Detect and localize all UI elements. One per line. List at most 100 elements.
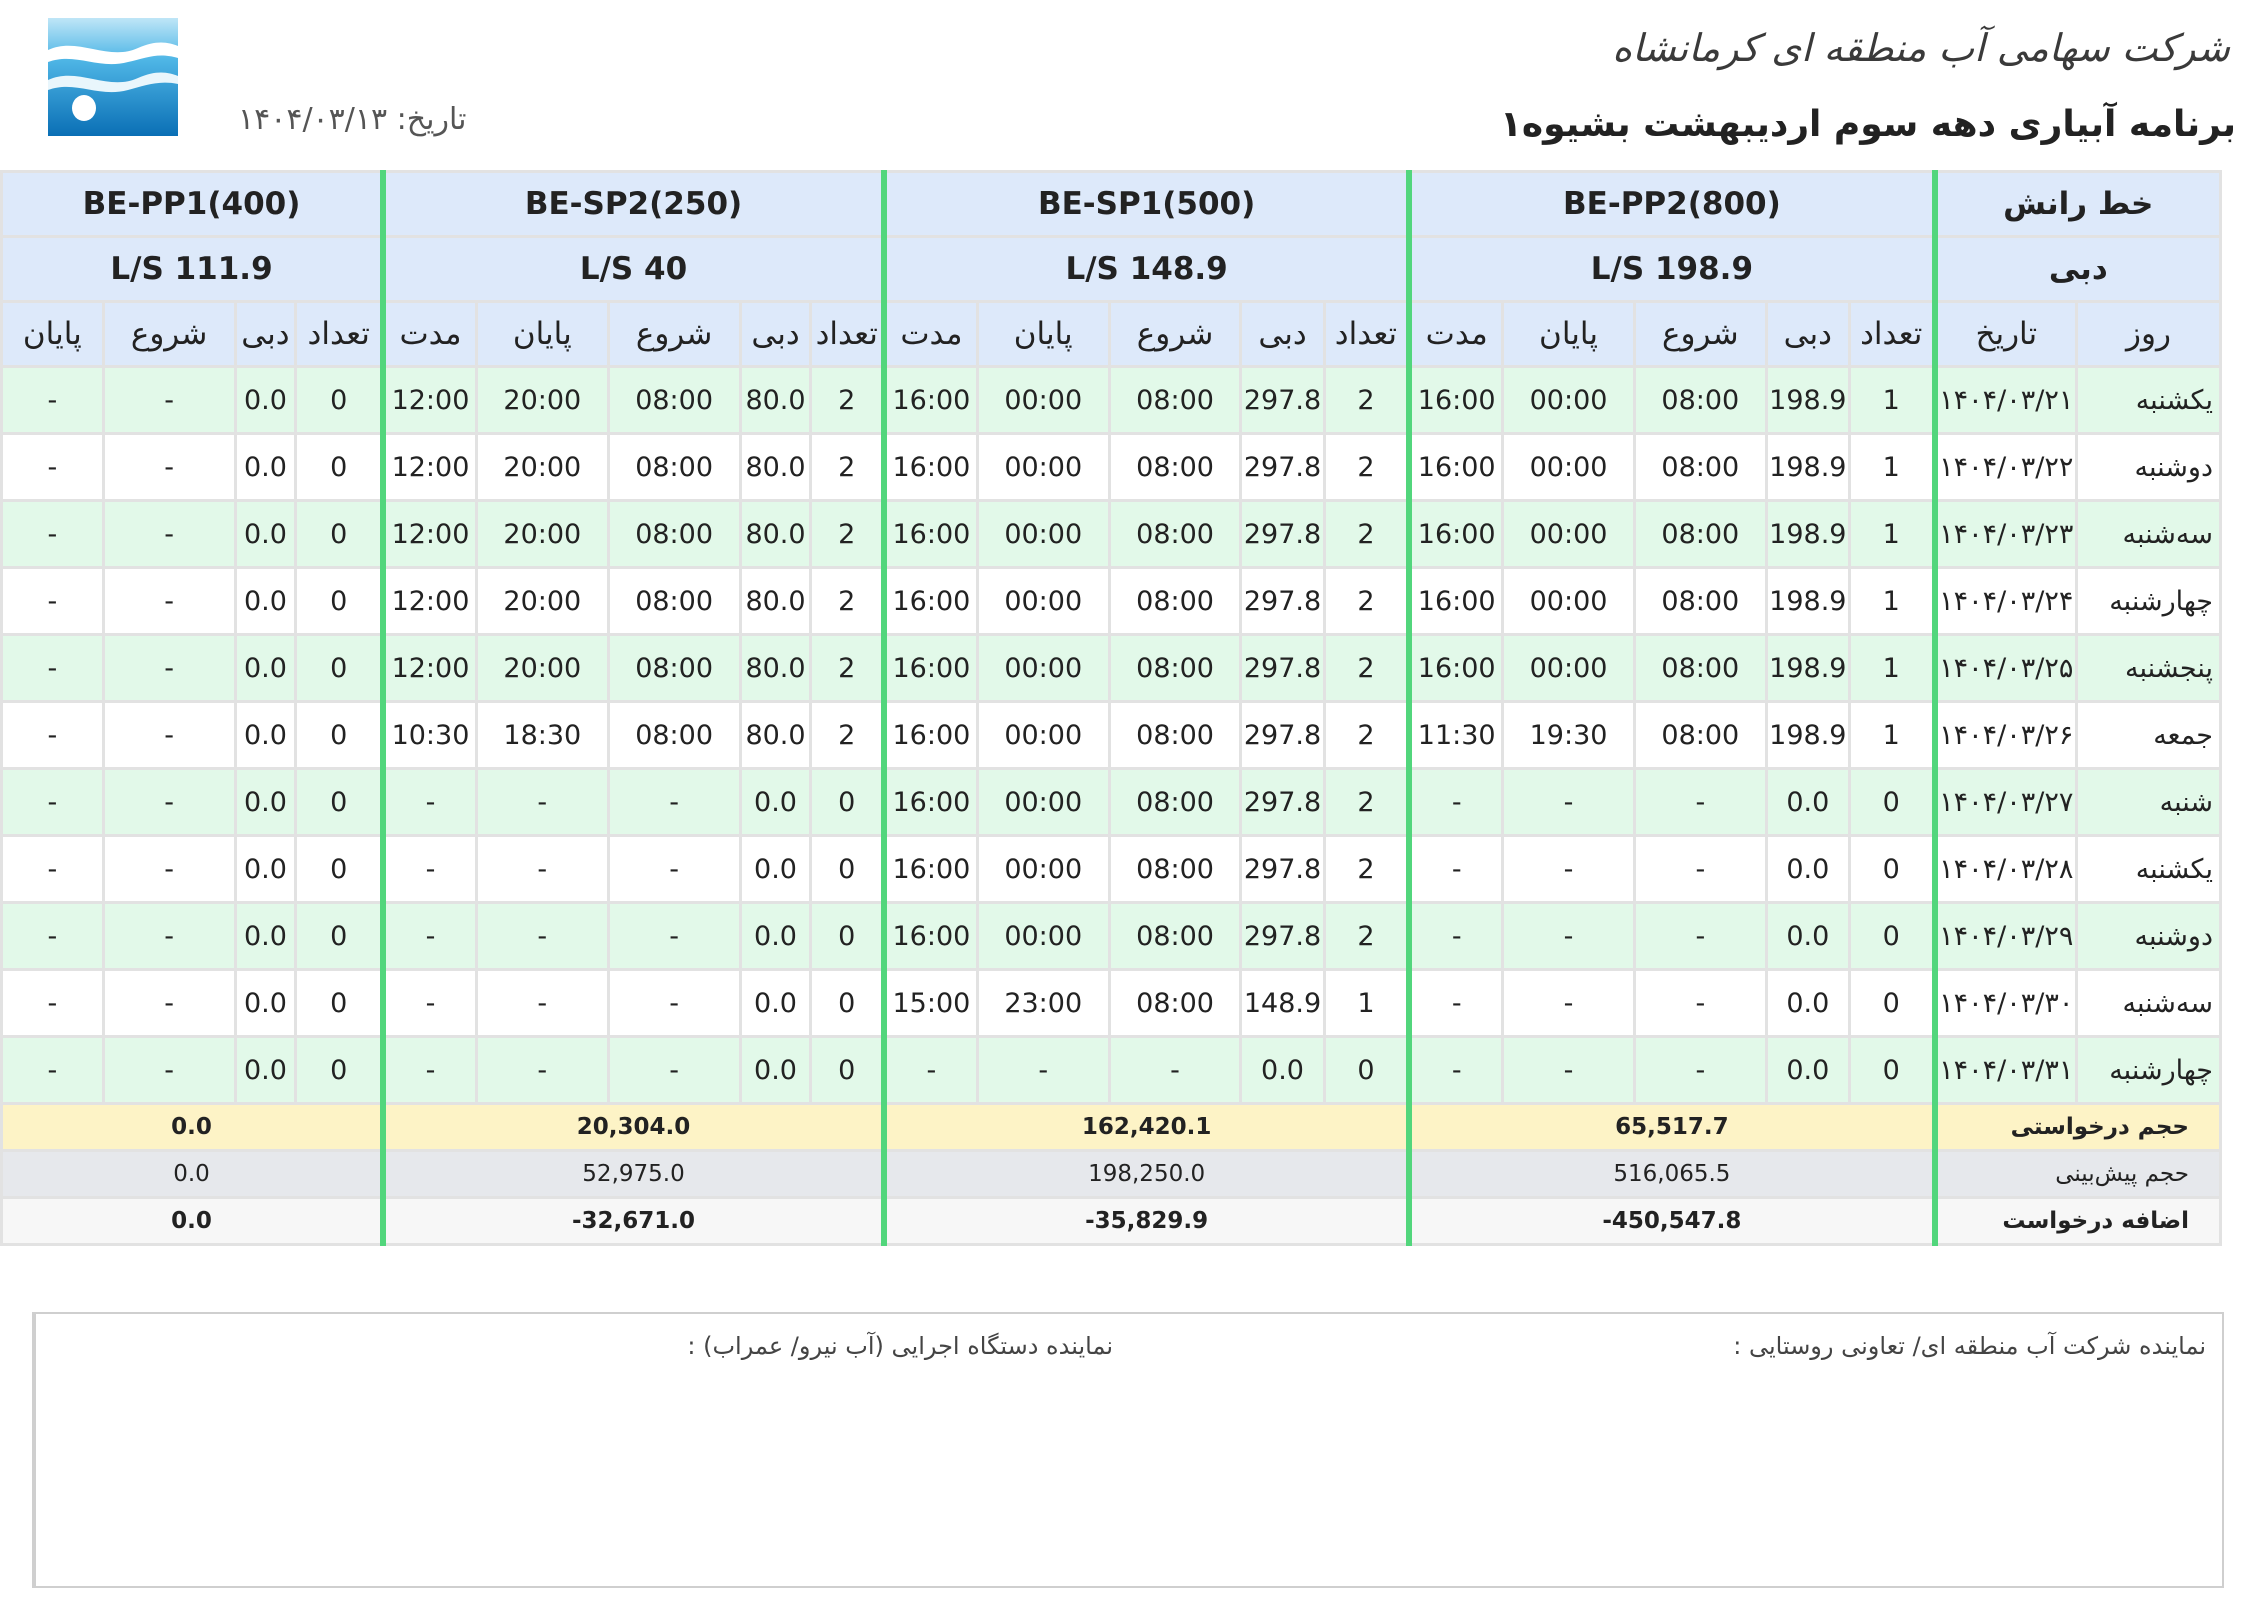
cell-day: جمعه: [2075, 700, 2222, 770]
cell-value: -: [1632, 968, 1768, 1038]
cell-value: 16:00: [1406, 365, 1505, 435]
cell-value: -: [606, 901, 742, 971]
cell-value: 0.0: [738, 968, 813, 1038]
cell-value: 297.8: [1239, 834, 1326, 904]
cell-value: 00:00: [975, 633, 1111, 703]
cell-value: -: [101, 1035, 237, 1105]
cell-date: ۱۴۰۴/۰۳/۲۹: [1931, 901, 2079, 971]
cell-value: -: [1501, 1035, 1636, 1105]
cell-value: 297.8: [1239, 566, 1326, 636]
executive-representative-label: نماینده دستگاه اجرایی (آب نیرو/ عمراب) :: [687, 1332, 1113, 1360]
footer-value: 0.0: [0, 1102, 385, 1152]
regional-representative-signature[interactable]: نماینده شرکت آب منطقه ای/ تعاونی روستایی…: [1129, 1314, 2222, 1586]
cell-value: -: [0, 365, 105, 435]
cell-value: 0.0: [738, 1035, 813, 1105]
cell-value: 20:00: [474, 432, 610, 502]
flow-label-header: دبی: [1931, 235, 2222, 303]
cell-value: -: [380, 968, 478, 1038]
cell-value: 12:00: [380, 365, 478, 435]
footer-label: اضافه درخواست: [1931, 1196, 2222, 1246]
cell-value: 0: [294, 432, 385, 502]
cell-value: 2: [1322, 432, 1411, 502]
cell-value: 80.0: [738, 365, 813, 435]
footer-value: 162,420.1: [880, 1102, 1411, 1152]
table-row: یکشنبه ۱۴۰۴/۰۳/۲۱ 1 198.9 08:00 00:00 16:00 2 29…: [0, 365, 2222, 435]
cell-value: 11:30: [1406, 700, 1505, 770]
cell-value: 00:00: [975, 700, 1111, 770]
cell-value: 0: [1847, 834, 1937, 904]
cell-value: 2: [809, 499, 886, 569]
cell-value: 2: [1322, 834, 1411, 904]
cell-value: 08:00: [606, 432, 742, 502]
table-row: دوشنبه ۱۴۰۴/۰۳/۲۲ 1 198.9 08:00 00:00 16:00 2 29…: [0, 432, 2222, 502]
cell-value: 00:00: [1501, 365, 1636, 435]
cell-value: 2: [809, 700, 886, 770]
col-flow: دبی: [233, 300, 298, 368]
cell-value: 0.0: [233, 432, 298, 502]
cell-value: 0.0: [738, 767, 813, 837]
cell-value: 20:00: [474, 499, 610, 569]
cell-value: 0.0: [738, 901, 813, 971]
cell-value: 297.8: [1239, 633, 1326, 703]
cell-value: -: [1107, 1035, 1243, 1105]
cell-value: 0: [294, 633, 385, 703]
cell-value: 00:00: [975, 767, 1111, 837]
forecast-volume-row: حجم پیش‌بینی 516,065.5 198,250.0 52,975.0 0.…: [0, 1149, 2222, 1199]
table-row: سه‌شنبه ۱۴۰۴/۰۳/۳۰ 0 0.0- - -1 148.9 08:00 23:00…: [0, 968, 2222, 1038]
cell-value: -: [101, 566, 237, 636]
cell-value: 00:00: [1501, 633, 1636, 703]
footer-value: 65,517.7: [1406, 1102, 1937, 1152]
executive-representative-signature[interactable]: نماینده دستگاه اجرایی (آب نیرو/ عمراب) :: [34, 1314, 1129, 1586]
cell-value: 297.8: [1239, 499, 1326, 569]
cell-value: -: [101, 901, 237, 971]
cell-value: 08:00: [606, 633, 742, 703]
cell-value: 0.0: [233, 767, 298, 837]
cell-value: -: [0, 633, 105, 703]
cell-value: 19:30: [1501, 700, 1636, 770]
cell-value: -: [975, 1035, 1111, 1105]
cell-value: -: [1501, 968, 1636, 1038]
cell-value: 0.0: [1764, 834, 1851, 904]
cell-value: 1: [1847, 365, 1937, 435]
cell-value: 00:00: [1501, 499, 1636, 569]
cell-value: -: [380, 1035, 478, 1105]
footer-label: حجم پیش‌بینی: [1931, 1149, 2222, 1199]
cell-value: 08:00: [1632, 365, 1768, 435]
cell-value: -: [0, 700, 105, 770]
cell-value: 1: [1847, 700, 1937, 770]
cell-value: -: [101, 633, 237, 703]
line-flow-sp1: 148.9 L/S: [880, 235, 1411, 303]
requested-volume-row: حجم درخواستی 65,517.7 162,420.1 20,304.0 0.0: [0, 1102, 2222, 1152]
cell-value: 12:00: [380, 633, 478, 703]
col-duration: مدت: [1406, 300, 1505, 368]
cell-date: ۱۴۰۴/۰۳/۲۴: [1931, 566, 2079, 636]
cell-value: 08:00: [1107, 633, 1243, 703]
cell-value: 16:00: [1406, 499, 1505, 569]
cell-value: 0.0: [1764, 1035, 1851, 1105]
col-flow: دبی: [1239, 300, 1326, 368]
cell-value: 16:00: [880, 834, 979, 904]
col-start: شروع: [1107, 300, 1243, 368]
cell-value: 16:00: [1406, 432, 1505, 502]
footer-value: 516,065.5: [1406, 1149, 1937, 1199]
cell-value: -: [1406, 968, 1505, 1038]
cell-day: دوشنبه: [2075, 432, 2222, 502]
cell-value: 15:00: [880, 968, 979, 1038]
page-title: برنامه آبیاری دهه سوم اردیبهشت بشیوه۱: [1499, 104, 2236, 145]
cell-value: 20:00: [474, 365, 610, 435]
cell-value: 16:00: [880, 566, 979, 636]
cell-value: -: [101, 834, 237, 904]
cell-value: 2: [809, 365, 886, 435]
line-name-sp1: BE-SP1(500): [880, 170, 1411, 238]
cell-value: 198.9: [1764, 432, 1851, 502]
cell-value: 80.0: [738, 633, 813, 703]
cell-day: پنجشنبه: [2075, 633, 2222, 703]
water-authority-logo-icon: [48, 18, 178, 136]
cell-value: 1: [1847, 633, 1937, 703]
cell-value: -: [380, 767, 478, 837]
cell-date: ۱۴۰۴/۰۳/۲۸: [1931, 834, 2079, 904]
cell-day: یکشنبه: [2075, 365, 2222, 435]
col-count: تعداد: [294, 300, 385, 368]
cell-value: 16:00: [1406, 566, 1505, 636]
cell-value: 2: [1322, 566, 1411, 636]
